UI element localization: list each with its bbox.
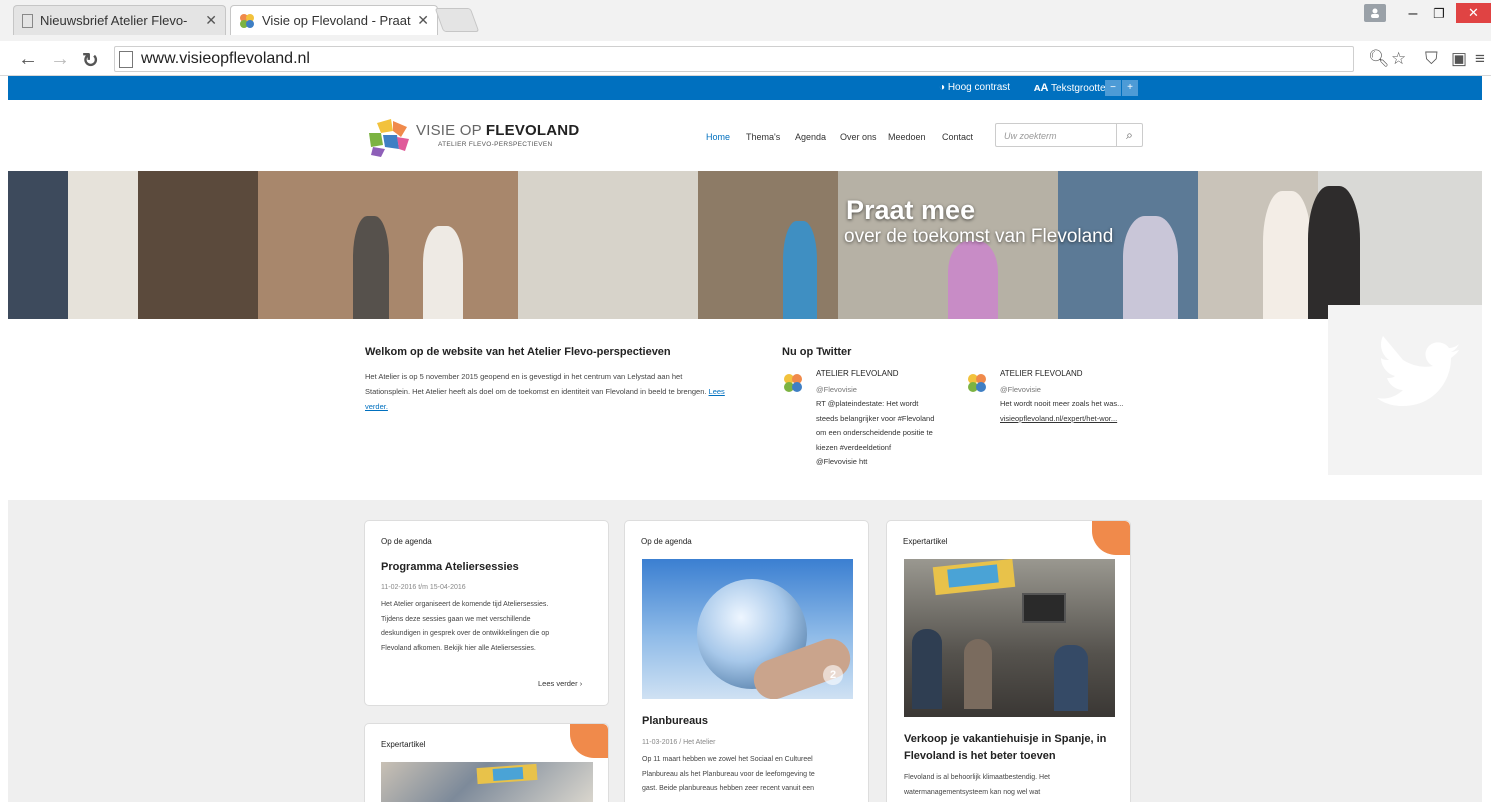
text-smaller-button[interactable]: − bbox=[1105, 80, 1121, 96]
accessibility-bar: ◑ Hoog contrast ᴀA Tekstgrootte − + bbox=[8, 76, 1482, 100]
card-text: Het Atelier organiseert de komende tijd … bbox=[381, 601, 550, 652]
hero-subline: over de toekomst van Flevoland bbox=[844, 226, 1114, 247]
new-tab-button[interactable] bbox=[434, 8, 480, 32]
browser-tab-strip: Nieuwsbrief Atelier Flevo- ✕ Visie op Fl… bbox=[0, 0, 1491, 41]
document-icon bbox=[22, 13, 33, 28]
card-text: Flevoland is al behoorlijk klimaatbesten… bbox=[904, 774, 1050, 796]
card-category: Expertartikel bbox=[381, 740, 426, 749]
nav-agenda[interactable]: Agenda bbox=[795, 132, 826, 142]
tweet-handle[interactable]: @Flevovisie bbox=[1000, 385, 1041, 394]
tweet-avatar[interactable] bbox=[782, 372, 804, 394]
tweet-avatar[interactable] bbox=[966, 372, 988, 394]
tweet-author[interactable]: ATELIER FLEVOLAND bbox=[1000, 369, 1083, 378]
high-contrast-toggle[interactable]: ◑ Hoog contrast bbox=[939, 82, 1010, 93]
site-header: VISIE OP FLEVOLAND ATELIER FLEVO-PERSPEC… bbox=[8, 100, 1482, 171]
card-image: 2 bbox=[642, 559, 853, 699]
page-icon bbox=[119, 50, 133, 68]
forward-arrow-icon[interactable]: → bbox=[50, 48, 70, 71]
card-date: 11-02-2016 t/m 15-04-2016 bbox=[381, 584, 466, 591]
hero-banner: Praat mee over de toekomst van Flevoland bbox=[8, 171, 1482, 319]
tweet-handle[interactable]: @Flevovisie bbox=[816, 385, 857, 394]
site-logo-icon bbox=[240, 13, 254, 28]
search-input[interactable]: Uw zoekterm ⌕ bbox=[995, 123, 1143, 147]
card-text: Op 11 maart hebben we zowel het Sociaal … bbox=[642, 756, 815, 792]
card-date: 11-03-2016 / Het Atelier bbox=[642, 739, 716, 746]
nav-contact[interactable]: Contact bbox=[942, 132, 973, 142]
back-arrow-icon[interactable]: ← bbox=[18, 48, 38, 71]
card-category: Op de agenda bbox=[381, 537, 432, 546]
twitter-title: Nu op Twitter bbox=[782, 346, 852, 358]
hero-headline: Praat mee bbox=[846, 195, 976, 225]
close-window-icon[interactable]: ✕ bbox=[1456, 3, 1491, 23]
url-text: www.visieopflevoland.nl bbox=[141, 50, 310, 67]
close-tab-icon[interactable]: ✕ bbox=[205, 12, 217, 29]
logo-title: VISIE OP FLEVOLAND bbox=[416, 122, 580, 139]
tweet-text: Het wordt nooit meer zoals het was... vi… bbox=[1000, 399, 1124, 423]
welcome-text: Het Atelier is op 5 november 2015 geopen… bbox=[365, 372, 725, 411]
expert-card[interactable]: Expertartikel bbox=[364, 723, 609, 802]
welcome-title: Welkom op de website van het Atelier Fle… bbox=[365, 346, 671, 358]
card-category: Expertartikel bbox=[903, 537, 948, 546]
tweet-author[interactable]: ATELIER FLEVOLAND bbox=[816, 369, 899, 378]
nav-over-ons[interactable]: Over ons bbox=[840, 132, 877, 142]
tab-title: Nieuwsbrief Atelier Flevo- bbox=[40, 13, 188, 28]
bookmark-star-icon[interactable]: ☆ bbox=[1391, 49, 1406, 69]
card-corner-accent bbox=[1092, 521, 1130, 555]
text-size-label: ᴀA Tekstgrootte bbox=[1034, 82, 1106, 94]
card-image bbox=[904, 559, 1115, 717]
card-image bbox=[381, 762, 593, 802]
agenda-card[interactable]: Op de agenda Programma Ateliersessies 11… bbox=[364, 520, 609, 706]
tweet-text: RT @plateindestate: Het wordt steeds bel… bbox=[816, 399, 935, 466]
minimize-icon[interactable]: – bbox=[1403, 2, 1423, 26]
card-category: Op de agenda bbox=[641, 537, 692, 546]
restore-icon[interactable]: ❐ bbox=[1429, 2, 1449, 26]
url-field[interactable]: www.visieopflevoland.nl bbox=[114, 46, 1354, 72]
tab-newsletter[interactable]: Nieuwsbrief Atelier Flevo- ✕ bbox=[13, 5, 226, 35]
card-corner-accent bbox=[570, 724, 608, 758]
read-more-link[interactable]: Lees verder › bbox=[538, 679, 582, 688]
twitter-bird-icon bbox=[1328, 305, 1482, 475]
tab-title: Visie op Flevoland - Praat bbox=[262, 13, 411, 28]
search-icon[interactable]: ⌕ bbox=[1116, 124, 1142, 146]
nav-home[interactable]: Home bbox=[706, 132, 730, 142]
text-larger-button[interactable]: + bbox=[1122, 80, 1138, 96]
expert-card[interactable]: Expertartikel Verkoop je vakantiehuisje … bbox=[886, 520, 1131, 802]
profile-icon[interactable] bbox=[1364, 4, 1386, 22]
image-badge: 2 bbox=[823, 665, 843, 685]
search-placeholder: Uw zoekterm bbox=[1004, 131, 1057, 141]
nav-meedoen[interactable]: Meedoen bbox=[888, 132, 926, 142]
card-title[interactable]: Verkoop je vakantiehuisje in Spanje, in … bbox=[904, 731, 1129, 765]
extension-icon[interactable]: ▣ bbox=[1451, 49, 1467, 69]
logo-subtitle: ATELIER FLEVO-PERSPECTIEVEN bbox=[438, 141, 553, 148]
address-bar: ← → ↻ www.visieopflevoland.nl 🔍︎ ☆ ⛉ ▣ ≡ bbox=[0, 41, 1491, 76]
card-title[interactable]: Planbureaus bbox=[642, 713, 708, 730]
site-logo[interactable] bbox=[367, 117, 411, 159]
card-title[interactable]: Programma Ateliersessies bbox=[381, 559, 519, 576]
tab-visie-op-flevoland[interactable]: Visie op Flevoland - Praat ✕ bbox=[230, 5, 438, 35]
close-tab-icon[interactable]: ✕ bbox=[417, 12, 429, 29]
menu-icon[interactable]: ≡ bbox=[1475, 49, 1485, 69]
zoom-icon[interactable]: 🔍︎ bbox=[1368, 49, 1390, 69]
shield-extension-icon[interactable]: ⛉ bbox=[1425, 49, 1438, 69]
agenda-card[interactable]: Op de agenda 2 Planbureaus 11-03-2016 / … bbox=[624, 520, 869, 802]
reload-icon[interactable]: ↻ bbox=[82, 48, 99, 73]
nav-themas[interactable]: Thema's bbox=[746, 132, 780, 142]
